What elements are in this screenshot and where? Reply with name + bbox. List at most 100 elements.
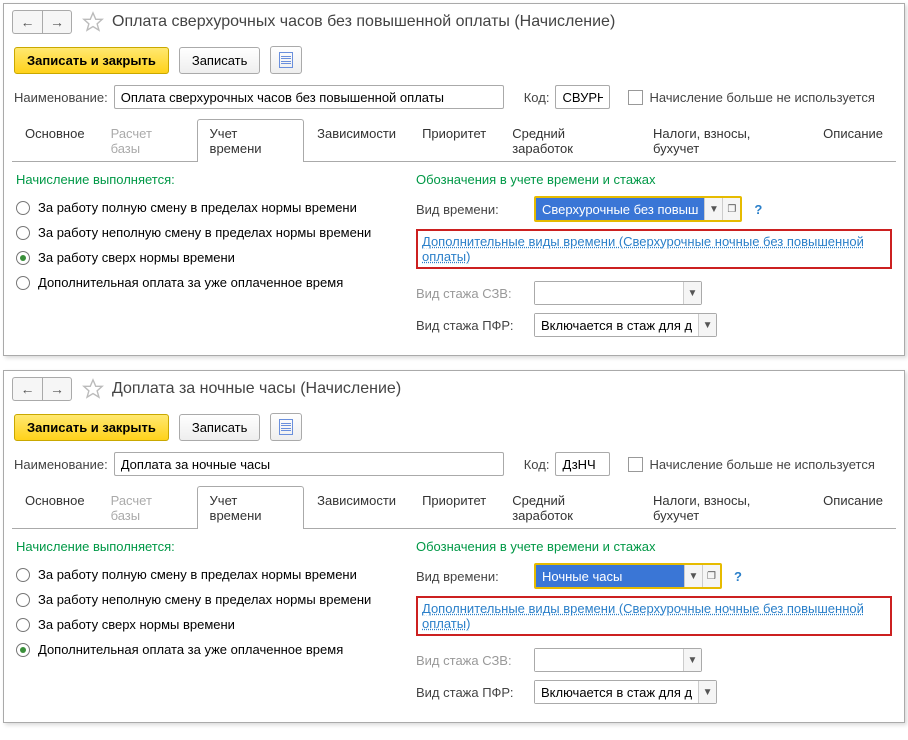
time-type-value: Сверхурочные без повыш [536, 198, 704, 220]
right-heading: Обозначения в учете времени и стажах [416, 172, 892, 187]
window-night: ← → Доплата за ночные часы (Начисление) … [3, 370, 905, 723]
tab-dep[interactable]: Зависимости [304, 486, 409, 529]
unused-checkbox[interactable] [628, 457, 643, 472]
szv-combo[interactable]: ▼ [534, 648, 702, 672]
szv-row: Вид стажа СЗВ: ▼ [416, 646, 892, 674]
code-label: Код: [524, 457, 550, 472]
radio-label: За работу неполную смену в пределах норм… [38, 592, 371, 607]
favorite-star-icon[interactable] [82, 378, 104, 400]
right-col: Обозначения в учете времени и стажах Вид… [416, 172, 892, 343]
name-label: Наименование: [14, 90, 108, 105]
time-type-label: Вид времени: [416, 569, 528, 584]
time-type-row: Вид времени: Сверхурочные без повыш ▼ ❐ … [416, 195, 892, 223]
radio-icon [16, 618, 30, 632]
radio-label: За работу полную смену в пределах нормы … [38, 200, 357, 215]
tab-main[interactable]: Основное [12, 119, 98, 162]
chevron-down-icon[interactable]: ▼ [683, 649, 701, 671]
list-button[interactable] [270, 413, 302, 441]
favorite-star-icon[interactable] [82, 11, 104, 33]
save-button[interactable]: Записать [179, 414, 261, 441]
tab-tax[interactable]: Налоги, взносы, бухучет [640, 119, 810, 162]
name-input[interactable] [114, 452, 504, 476]
radio-r2[interactable]: За работу неполную смену в пределах норм… [16, 587, 396, 612]
radio-r4[interactable]: Дополнительная оплата за уже оплаченное … [16, 637, 396, 662]
code-input[interactable] [555, 452, 610, 476]
arrow-right-icon: → [50, 381, 64, 397]
save-close-button[interactable]: Записать и закрыть [14, 47, 169, 74]
tab-prio[interactable]: Приоритет [409, 486, 499, 529]
tab-time[interactable]: Учет времени [197, 486, 305, 529]
pfr-value: Включается в стаж для д [535, 314, 698, 336]
tab-avg[interactable]: Средний заработок [499, 486, 640, 529]
radio-label: За работу полную смену в пределах нормы … [38, 567, 357, 582]
radio-icon [16, 201, 30, 215]
arrow-right-icon: → [50, 14, 64, 30]
tab-tax[interactable]: Налоги, взносы, бухучет [640, 486, 810, 529]
arrow-left-icon: ← [21, 381, 35, 397]
tab-base[interactable]: Расчет базы [98, 486, 197, 529]
open-icon[interactable]: ❐ [702, 565, 720, 587]
szv-label: Вид стажа СЗВ: [416, 286, 528, 301]
szv-value [535, 282, 683, 304]
right-heading: Обозначения в учете времени и стажах [416, 539, 892, 554]
tab-dep[interactable]: Зависимости [304, 119, 409, 162]
tab-avg[interactable]: Средний заработок [499, 119, 640, 162]
extra-time-types-link[interactable]: Дополнительные виды времени (Сверхурочны… [422, 601, 864, 631]
extra-time-types-link[interactable]: Дополнительные виды времени (Сверхурочны… [422, 234, 864, 264]
radio-r3[interactable]: За работу сверх нормы времени [16, 612, 396, 637]
chevron-down-icon[interactable]: ▼ [683, 282, 701, 304]
tab-time[interactable]: Учет времени [197, 119, 305, 162]
left-col: Начисление выполняется: За работу полную… [16, 172, 396, 343]
name-input[interactable] [114, 85, 504, 109]
save-close-button[interactable]: Записать и закрыть [14, 414, 169, 441]
tab-desc[interactable]: Описание [810, 486, 896, 529]
tab-base[interactable]: Расчет базы [98, 119, 197, 162]
nav-forward-button[interactable]: → [42, 377, 72, 401]
toolbar: Записать и закрыть Записать [4, 407, 904, 447]
tab-desc[interactable]: Описание [810, 119, 896, 162]
help-icon[interactable]: ? [754, 202, 762, 217]
time-type-combo[interactable]: Сверхурочные без повыш ▼ ❐ [534, 196, 742, 222]
name-row: Наименование: Код: Начисление больше не … [4, 447, 904, 481]
extra-time-types-box: Дополнительные виды времени (Сверхурочны… [416, 229, 892, 269]
time-type-combo[interactable]: Ночные часы ▼ ❐ [534, 563, 722, 589]
help-icon[interactable]: ? [734, 569, 742, 584]
list-icon [279, 52, 293, 68]
chevron-down-icon[interactable]: ▼ [698, 314, 716, 336]
title-row: ← → Доплата за ночные часы (Начисление) [4, 371, 904, 407]
chevron-down-icon[interactable]: ▼ [698, 681, 716, 703]
nav-back-button[interactable]: ← [12, 10, 42, 34]
window-title: Оплата сверхурочных часов без повышенной… [112, 13, 615, 31]
name-row: Наименование: Код: Начисление больше не … [4, 80, 904, 114]
unused-checkbox[interactable] [628, 90, 643, 105]
radio-r1[interactable]: За работу полную смену в пределах нормы … [16, 195, 396, 220]
extra-time-types-box: Дополнительные виды времени (Сверхурочны… [416, 596, 892, 636]
tabs: Основное Расчет базы Учет времени Зависи… [12, 485, 896, 529]
nav-forward-button[interactable]: → [42, 10, 72, 34]
pfr-combo[interactable]: Включается в стаж для д ▼ [534, 680, 717, 704]
code-input[interactable] [555, 85, 610, 109]
list-button[interactable] [270, 46, 302, 74]
save-button[interactable]: Записать [179, 47, 261, 74]
szv-combo[interactable]: ▼ [534, 281, 702, 305]
unused-label: Начисление больше не используется [649, 90, 874, 105]
tabs: Основное Расчет базы Учет времени Зависи… [12, 118, 896, 162]
open-icon[interactable]: ❐ [722, 198, 740, 220]
radio-r4[interactable]: Дополнительная оплата за уже оплаченное … [16, 270, 396, 295]
pfr-label: Вид стажа ПФР: [416, 318, 528, 333]
radio-label: Дополнительная оплата за уже оплаченное … [38, 275, 343, 290]
radio-r3[interactable]: За работу сверх нормы времени [16, 245, 396, 270]
chevron-down-icon[interactable]: ▼ [684, 565, 702, 587]
tab-main[interactable]: Основное [12, 486, 98, 529]
nav-back-button[interactable]: ← [12, 377, 42, 401]
radio-r2[interactable]: За работу неполную смену в пределах норм… [16, 220, 396, 245]
code-label: Код: [524, 90, 550, 105]
radio-label: За работу сверх нормы времени [38, 617, 235, 632]
radio-icon [16, 593, 30, 607]
pfr-combo[interactable]: Включается в стаж для д ▼ [534, 313, 717, 337]
chevron-down-icon[interactable]: ▼ [704, 198, 722, 220]
tab-prio[interactable]: Приоритет [409, 119, 499, 162]
szv-row: Вид стажа СЗВ: ▼ [416, 279, 892, 307]
radio-r1[interactable]: За работу полную смену в пределах нормы … [16, 562, 396, 587]
left-col: Начисление выполняется: За работу полную… [16, 539, 396, 710]
